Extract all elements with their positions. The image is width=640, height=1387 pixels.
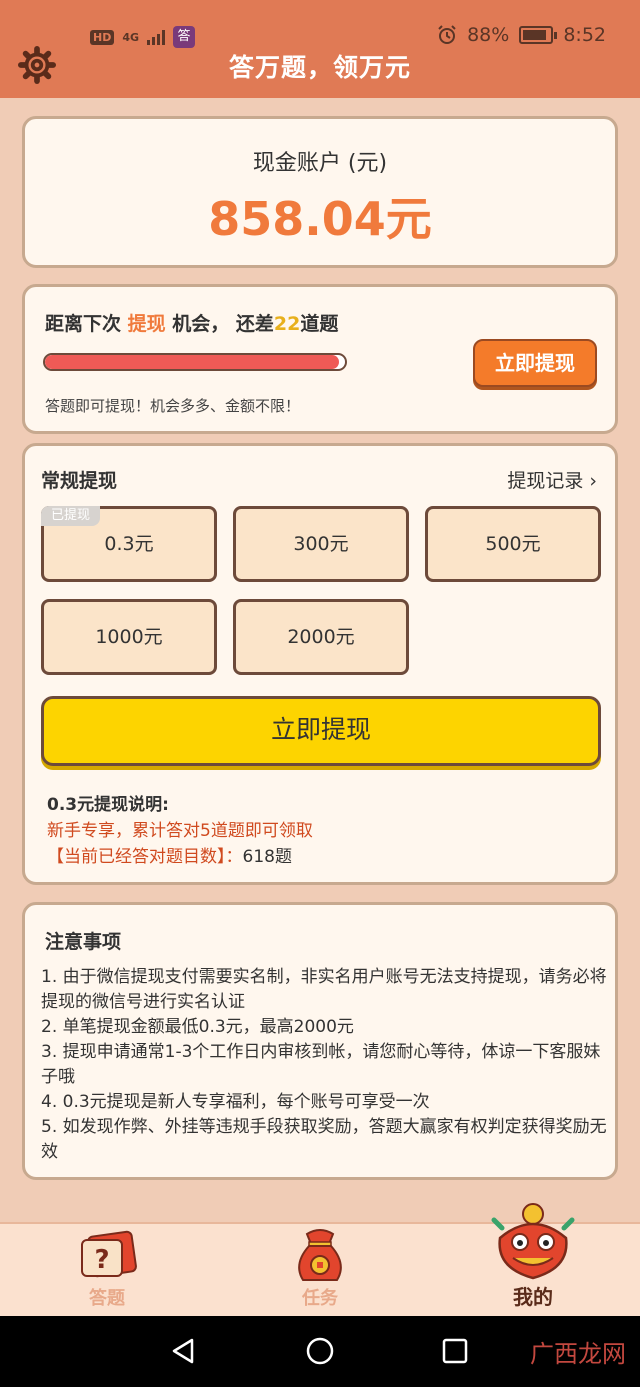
amount-label: 300元 (293, 533, 349, 555)
system-nav-bar: 广西龙网 (0, 1316, 640, 1387)
explain-line-2: 【当前已经答对题目数】：618题 (47, 844, 313, 870)
notice-card: 注意事项 1. 由于微信提现支付需要实名制，非实名用户账号无法支持提现，请务必将… (22, 902, 618, 1180)
next-withdraw-text: 距离下次 提现 机会， 还差22道题 (45, 309, 338, 336)
next-withdraw-card: 距离下次 提现 机会， 还差22道题 立即提现 答题即可提现！机会多多、金额不限… (22, 284, 618, 434)
amount-option-300[interactable]: 300元 (233, 506, 409, 582)
notice-item: 5. 如发现作弊、外挂等违规手段获取奖励，答题大赢家有权判定获得奖励无效 (41, 1117, 607, 1162)
signal-icon (147, 29, 166, 45)
watermark: 广西龙网 (530, 1340, 626, 1368)
progress-bar (43, 353, 347, 371)
notice-item: 1. 由于微信提现支付需要实名制，非实名用户账号无法支持提现，请务必将提现的微信… (41, 967, 607, 1012)
explain-title: 0.3元提现说明: (47, 795, 169, 815)
amount-option-2000[interactable]: 2000元 (233, 599, 409, 675)
page-title: 答万题，领万元 (228, 53, 411, 82)
withdraw-now-small-button[interactable]: 立即提现 (473, 339, 597, 387)
back-icon[interactable] (168, 1336, 198, 1366)
withdraw-record-label: 提现记录 (507, 470, 584, 492)
bottom-tab-bar: ? 答题 任务 我的 (0, 1203, 640, 1318)
tab-answer[interactable]: ? 答题 (52, 1224, 162, 1318)
question-card-icon: ? (81, 1230, 137, 1278)
next-prefix: 距离下次 (45, 313, 122, 335)
cash-amount: 858.04元 (208, 192, 432, 246)
amount-option-0-3[interactable]: 已提现 0.3元 (41, 506, 217, 582)
amount-option-1000[interactable]: 1000元 (41, 599, 217, 675)
withdraw-explanation: 0.3元提现说明: 新手专享，累计答对5道题即可领取 【当前已经答对题目数】：6… (47, 792, 313, 870)
next-middle: 机会， 还差 (172, 313, 274, 335)
tab-mine-label: 我的 (513, 1285, 553, 1309)
next-keyword: 提现 (127, 313, 166, 335)
hd-badge: HD (90, 29, 115, 45)
notice-list: 1. 由于微信提现支付需要实名制，非实名用户账号无法支持提现，请务必将提现的微信… (41, 965, 607, 1165)
notice-title: 注意事项 (45, 931, 122, 953)
lion-dance-icon (491, 1203, 575, 1280)
amount-label: 500元 (485, 533, 541, 555)
alarm-icon (438, 25, 456, 44)
notice-item: 3. 提现申请通常1-3个工作日内审核到帐，请您耐心等待，体谅一下客服妹子哦 (41, 1042, 601, 1087)
tab-answer-label: 答题 (89, 1288, 125, 1309)
notice-item: 2. 单笔提现金额最低0.3元，最高2000元 (41, 1017, 354, 1037)
answered-count-label: 【当前已经答对题目数】： (47, 847, 243, 867)
explain-line-1: 新手专享，累计答对5道题即可领取 (47, 821, 313, 841)
regular-withdraw-title: 常规提现 (41, 470, 118, 492)
tab-tasks[interactable]: 任务 (265, 1224, 375, 1318)
amount-label: 2000元 (287, 626, 355, 648)
clock: 8:52 (563, 24, 606, 46)
withdraw-record-link[interactable]: 提现记录 › (507, 466, 597, 493)
amount-option-500[interactable]: 500元 (425, 506, 601, 582)
amount-label: 1000元 (95, 626, 163, 648)
home-icon[interactable] (305, 1336, 335, 1366)
withdrawn-tag: 已提现 (41, 506, 101, 526)
next-suffix: 道题 (300, 313, 339, 335)
tab-mine[interactable]: 我的 (478, 1198, 588, 1318)
cash-account-card: 现金账户 (元) 858.04元 (22, 116, 618, 268)
notice-item: 4. 0.3元提现是新人专享福利，每个账号可享受一次 (41, 1092, 430, 1112)
lucky-bag-icon (298, 1229, 342, 1281)
next-note: 答题即可提现！机会多多、金额不限！ (45, 397, 301, 415)
progress-fill (45, 355, 339, 369)
battery-icon (519, 26, 558, 44)
regular-withdraw-card: 常规提现 提现记录 › 已提现 0.3元 300元 500元 1000元 200… (22, 443, 618, 885)
app-notification-icon: 答 (173, 26, 196, 48)
svg-text:?: ? (94, 1245, 109, 1275)
network-type: 4G (122, 30, 140, 44)
cash-account-label: 现金账户 (元) (252, 151, 388, 176)
tab-tasks-label: 任务 (302, 1288, 338, 1309)
chevron-right-icon: › (589, 470, 597, 492)
remaining-count: 22 (273, 313, 301, 335)
answered-count-value: 618题 (242, 847, 292, 867)
top-bar: HD 4G 答 88% 8:52 答万题，领万元 (0, 0, 640, 98)
battery-percent: 88% (467, 24, 510, 46)
recents-icon[interactable] (440, 1336, 470, 1366)
withdraw-now-button[interactable]: 立即提现 (41, 696, 601, 766)
amount-label: 0.3元 (104, 533, 154, 555)
